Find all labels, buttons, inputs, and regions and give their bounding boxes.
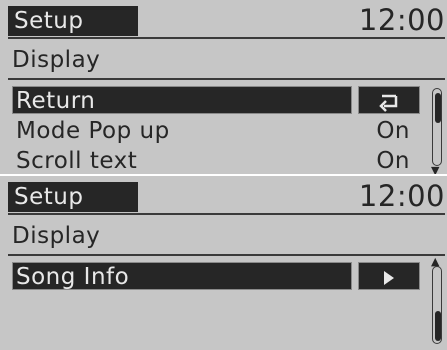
scroll-down-arrow-icon: ▼ bbox=[431, 164, 440, 174]
clock: 12:00 bbox=[358, 3, 445, 37]
menu-item-label: Song Info bbox=[16, 264, 130, 290]
menu-item-label: Return bbox=[16, 88, 96, 114]
scroll-thumb[interactable] bbox=[435, 311, 441, 341]
subtitle-divider bbox=[8, 254, 445, 256]
title-divider bbox=[8, 213, 445, 215]
menu-item-scroll-text[interactable]: Scroll text On bbox=[12, 146, 420, 174]
page-subtitle: Display bbox=[12, 223, 101, 249]
screen-title: Setup bbox=[8, 182, 138, 212]
scroll-thumb[interactable] bbox=[435, 93, 441, 123]
page-subtitle: Display bbox=[12, 47, 101, 73]
play-arrow-icon bbox=[382, 263, 396, 293]
scrollbar[interactable]: ▲ bbox=[431, 256, 444, 346]
enter-button[interactable] bbox=[358, 262, 420, 290]
return-arrow-icon bbox=[376, 87, 402, 117]
title-divider bbox=[8, 37, 445, 39]
screen-title: Setup bbox=[8, 6, 138, 36]
setup-display-screen-1: Setup 12:00 Display Return Mode Pop up O… bbox=[0, 0, 447, 174]
subtitle-divider bbox=[8, 78, 445, 80]
setup-display-screen-2: Setup 12:00 Display Song Info ▲ bbox=[0, 176, 447, 350]
scroll-track bbox=[432, 88, 442, 166]
return-button[interactable] bbox=[358, 86, 420, 114]
scrollbar[interactable]: ▼ bbox=[431, 88, 444, 174]
menu-item-song-info[interactable]: Song Info bbox=[12, 262, 420, 292]
menu-item-return[interactable]: Return bbox=[12, 86, 420, 116]
menu-item-label: Scroll text bbox=[16, 148, 138, 174]
menu-item-label: Mode Pop up bbox=[16, 118, 170, 144]
menu-item-mode-pop-up[interactable]: Mode Pop up On bbox=[12, 116, 420, 146]
scroll-track bbox=[432, 266, 442, 344]
clock: 12:00 bbox=[358, 179, 445, 213]
menu-item-value: On bbox=[376, 148, 410, 174]
menu-item-value: On bbox=[376, 118, 410, 144]
